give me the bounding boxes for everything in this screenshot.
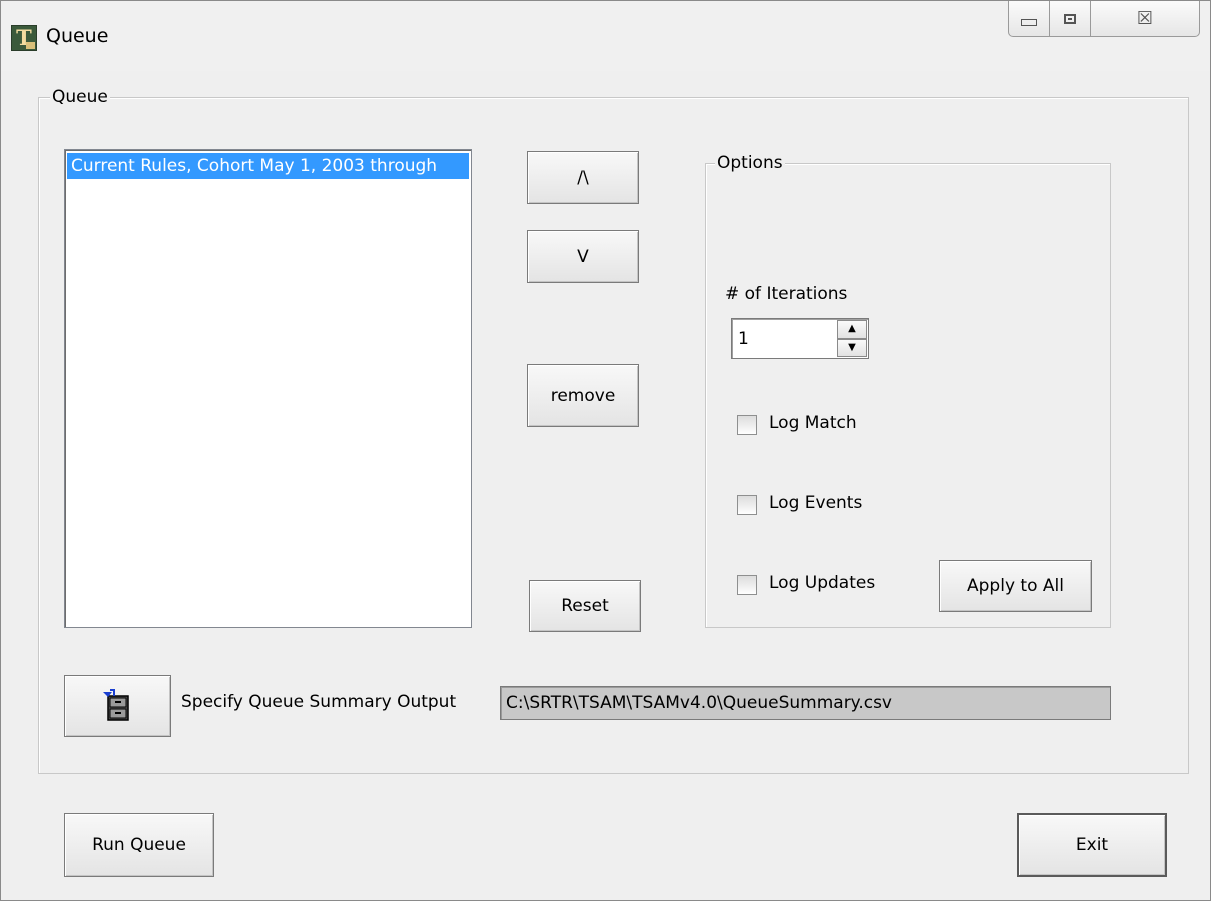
output-path-field[interactable]: C:\SRTR\TSAM\TSAMv4.0\QueueSummary.csv	[500, 686, 1111, 720]
close-button[interactable]: ☒	[1090, 1, 1200, 37]
maximize-button[interactable]	[1049, 1, 1091, 37]
log-events-checkbox[interactable]	[737, 495, 757, 515]
options-group-label: Options	[715, 153, 785, 173]
title-bar[interactable]: T Queue ☒	[1, 1, 1210, 71]
file-cabinet-icon	[102, 689, 129, 721]
iterations-spinner[interactable]: 1 ▲ ▼	[731, 318, 869, 359]
queue-list-item-selected[interactable]: Current Rules, Cohort May 1, 2003 throug…	[67, 153, 469, 179]
queue-window: T Queue ☒ Queue Current Rules, Cohort Ma…	[0, 0, 1211, 901]
minimize-button[interactable]	[1008, 1, 1050, 37]
log-events-label[interactable]: Log Events	[769, 493, 862, 513]
queue-listbox[interactable]: Current Rules, Cohort May 1, 2003 throug…	[64, 149, 472, 628]
queue-group-label: Queue	[50, 87, 110, 107]
spin-up-button[interactable]: ▲	[837, 320, 867, 339]
remove-button[interactable]: remove	[527, 364, 639, 427]
move-up-button[interactable]: /\	[527, 151, 639, 204]
iterations-value: 1	[738, 329, 749, 349]
app-icon: T	[11, 25, 37, 51]
spin-down-button[interactable]: ▼	[837, 338, 867, 357]
run-queue-button[interactable]: Run Queue	[64, 813, 214, 877]
apply-to-all-button[interactable]: Apply to All	[939, 560, 1092, 612]
options-groupbox	[705, 163, 1111, 628]
triangle-down-icon: ▼	[848, 341, 856, 353]
log-match-label[interactable]: Log Match	[769, 413, 857, 433]
log-updates-checkbox[interactable]	[737, 575, 757, 595]
log-updates-label[interactable]: Log Updates	[769, 573, 875, 593]
log-match-checkbox[interactable]	[737, 415, 757, 435]
reset-button[interactable]: Reset	[529, 580, 641, 632]
window-title: Queue	[46, 25, 109, 47]
choose-output-file-button[interactable]	[64, 675, 171, 737]
close-icon: ☒	[1136, 8, 1154, 29]
maximize-icon	[1064, 13, 1076, 24]
move-down-button[interactable]: V	[527, 230, 639, 283]
iterations-label: # of Iterations	[725, 284, 848, 304]
triangle-up-icon: ▲	[848, 323, 856, 335]
minimize-icon	[1021, 19, 1037, 26]
exit-button[interactable]: Exit	[1017, 813, 1167, 877]
output-label: Specify Queue Summary Output	[181, 692, 457, 712]
